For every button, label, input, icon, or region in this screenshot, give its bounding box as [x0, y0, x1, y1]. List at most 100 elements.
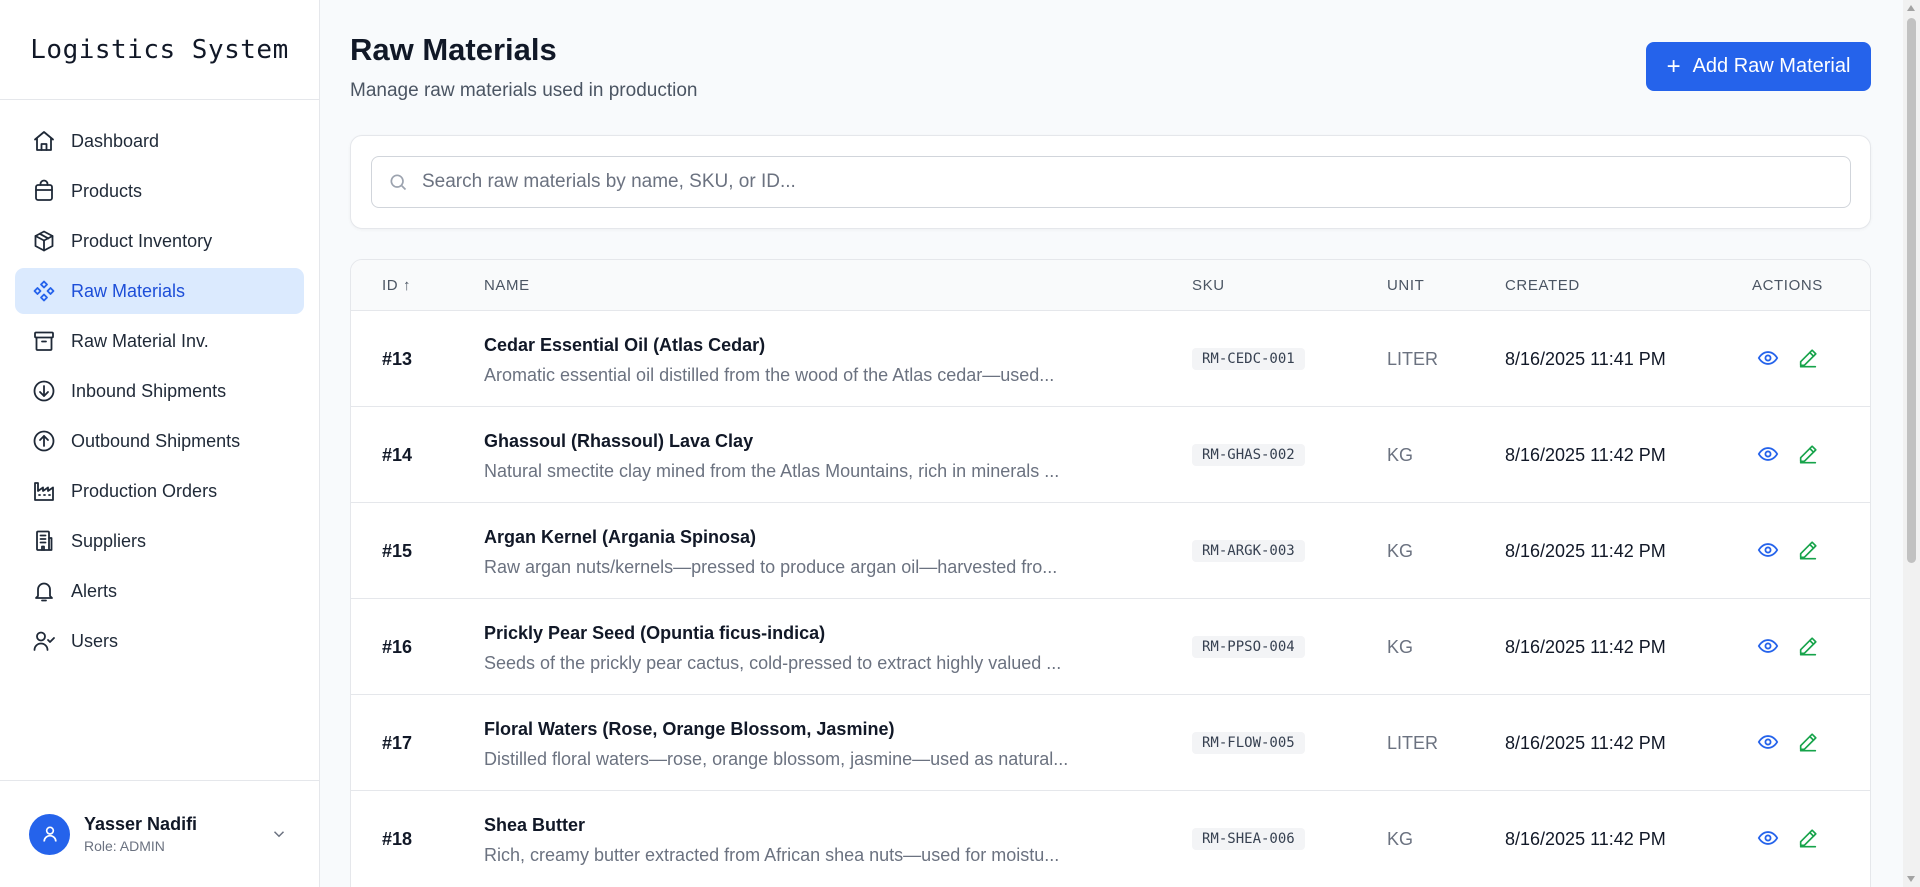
column-header-actions: ACTIONS — [1752, 277, 1823, 294]
eye-icon[interactable] — [1757, 827, 1779, 849]
table-row[interactable]: #17 Floral Waters (Rose, Orange Blossom, … — [351, 694, 1870, 790]
column-header-id[interactable]: ID ↑ — [382, 277, 411, 294]
archive-icon — [31, 328, 57, 354]
eye-icon[interactable] — [1757, 443, 1779, 465]
row-sku: RM-SHEA-006 — [1192, 828, 1305, 850]
search-card — [350, 135, 1871, 229]
row-unit: KG — [1387, 637, 1414, 657]
column-header-unit[interactable]: UNIT — [1387, 277, 1424, 294]
pencil-icon[interactable] — [1797, 827, 1819, 849]
sidebar-item-label: Raw Material Inv. — [71, 330, 209, 351]
bell-icon — [31, 578, 57, 604]
user-icon — [42, 826, 57, 842]
arrow-down-circle-icon — [31, 378, 57, 404]
table-row[interactable]: #13 Cedar Essential Oil (Atlas Cedar) Arom… — [351, 310, 1870, 406]
home-icon — [31, 128, 57, 154]
row-name: Cedar Essential Oil (Atlas Cedar) — [484, 335, 766, 355]
scroll-down-arrow[interactable] — [1907, 876, 1915, 882]
row-description: Aromatic essential oil distilled from th… — [484, 365, 1055, 385]
table-row[interactable]: #18 Shea Butter Rich, creamy butter extrac… — [351, 790, 1870, 886]
raw-materials-table: ID ↑ NAME SKU UNIT CREATED ACTIONS #13 Ce… — [350, 259, 1871, 887]
scroll-up-arrow[interactable] — [1907, 5, 1915, 11]
pencil-icon[interactable] — [1797, 635, 1819, 657]
add-button-label: Add Raw Material — [1692, 55, 1851, 77]
table-row[interactable]: #15 Argan Kernel (Argania Spinosa) Raw arg… — [351, 502, 1870, 598]
row-id: #15 — [382, 541, 413, 561]
sidebar-item-label: Product Inventory — [71, 230, 213, 251]
chevron-down-icon[interactable] — [270, 825, 288, 843]
row-id: #18 — [382, 829, 413, 849]
user-role: Role: ADMIN — [84, 838, 165, 854]
row-description: Rich, creamy butter extracted from Afric… — [484, 845, 1060, 865]
row-sku: RM-ARGK-003 — [1192, 540, 1305, 562]
table-body: #13 Cedar Essential Oil (Atlas Cedar) Arom… — [351, 310, 1870, 886]
row-created: 8/16/2025 11:42 PM — [1505, 445, 1666, 465]
column-header-created[interactable]: CREATED — [1505, 277, 1580, 294]
pencil-icon[interactable] — [1797, 443, 1819, 465]
sidebar-item-raw-materials[interactable]: Raw Materials — [15, 268, 304, 314]
row-description: Raw argan nuts/kernels—pressed to produc… — [484, 557, 1058, 577]
sidebar-item-label: Outbound Shipments — [71, 430, 241, 451]
pencil-icon[interactable] — [1797, 539, 1819, 561]
row-description: Distilled floral waters—rose, orange blo… — [484, 749, 1069, 769]
sidebar-item-raw-material-inv[interactable]: Raw Material Inv. — [15, 318, 304, 364]
row-name: Ghassoul (Rhassoul) Lava Clay — [484, 431, 754, 451]
pencil-icon[interactable] — [1797, 347, 1819, 369]
row-description: Seeds of the prickly pear cactus, cold-p… — [484, 653, 1062, 673]
row-created: 8/16/2025 11:41 PM — [1505, 349, 1666, 369]
sidebar-item-outbound-shipments[interactable]: Outbound Shipments — [15, 418, 304, 464]
arrow-up-circle-icon — [31, 428, 57, 454]
row-unit: LITER — [1387, 349, 1439, 369]
eye-icon[interactable] — [1757, 539, 1779, 561]
sidebar-item-label: Dashboard — [71, 130, 160, 151]
table-row[interactable]: #16 Prickly Pear Seed (Opuntia ficus-indi… — [351, 598, 1870, 694]
search-icon — [388, 172, 408, 192]
sidebar-item-label: Products — [71, 180, 143, 201]
row-unit: KG — [1387, 541, 1414, 561]
plus-icon: + — [1666, 52, 1681, 80]
app-title: Logistics System — [30, 34, 289, 65]
scroll-thumb[interactable] — [1907, 18, 1916, 563]
user-name: Yasser Nadifi — [84, 814, 198, 834]
pencil-icon[interactable] — [1797, 731, 1819, 753]
row-name: Prickly Pear Seed (Opuntia ficus-indica) — [484, 623, 826, 643]
sidebar-item-alerts[interactable]: Alerts — [15, 568, 304, 614]
sidebar-item-inbound-shipments[interactable]: Inbound Shipments — [15, 368, 304, 414]
row-created: 8/16/2025 11:42 PM — [1505, 733, 1666, 753]
sidebar-item-suppliers[interactable]: Suppliers — [15, 518, 304, 564]
row-sku: RM-PPSO-004 — [1192, 636, 1305, 658]
components-icon — [31, 278, 57, 304]
row-unit: KG — [1387, 829, 1414, 849]
page-subtitle: Manage raw materials used in production — [350, 80, 698, 101]
sidebar-item-label: Users — [71, 630, 119, 651]
row-created: 8/16/2025 11:42 PM — [1505, 637, 1666, 657]
eye-icon[interactable] — [1757, 731, 1779, 753]
sidebar-item-products[interactable]: Products — [15, 168, 304, 214]
brand: Logistics System — [0, 0, 319, 100]
add-raw-material-button[interactable]: + Add Raw Material — [1646, 42, 1871, 91]
table-row[interactable]: #14 Ghassoul (Rhassoul) Lava Clay Natural … — [351, 406, 1870, 502]
sidebar: Logistics System Dashboard Products Prod… — [0, 0, 320, 887]
search-box[interactable] — [371, 156, 1851, 208]
sidebar-item-product-inventory[interactable]: Product Inventory — [15, 218, 304, 264]
sidebar-item-users[interactable]: Users — [15, 618, 304, 664]
column-header-name[interactable]: NAME — [484, 277, 530, 294]
row-name: Shea Butter — [484, 815, 586, 835]
building-icon — [31, 528, 57, 554]
column-header-sku[interactable]: SKU — [1192, 277, 1225, 294]
sidebar-item-label: Raw Materials — [71, 280, 186, 301]
row-name: Argan Kernel (Argania Spinosa) — [484, 527, 757, 547]
sidebar-item-label: Suppliers — [71, 530, 147, 551]
sidebar-item-label: Alerts — [71, 580, 118, 601]
user-menu[interactable]: Yasser Nadifi Role: ADMIN — [0, 780, 320, 887]
search-input[interactable] — [422, 171, 1822, 193]
sidebar-item-dashboard[interactable]: Dashboard — [15, 118, 304, 164]
user-check-icon — [31, 628, 57, 654]
user-info: Yasser Nadifi Role: ADMIN — [84, 814, 197, 854]
eye-icon[interactable] — [1757, 347, 1779, 369]
sidebar-item-production-orders[interactable]: Production Orders — [15, 468, 304, 514]
page-title: Raw Materials — [350, 32, 557, 67]
scrollbar[interactable] — [1903, 0, 1920, 887]
eye-icon[interactable] — [1757, 635, 1779, 657]
sidebar-item-label: Production Orders — [71, 480, 218, 501]
